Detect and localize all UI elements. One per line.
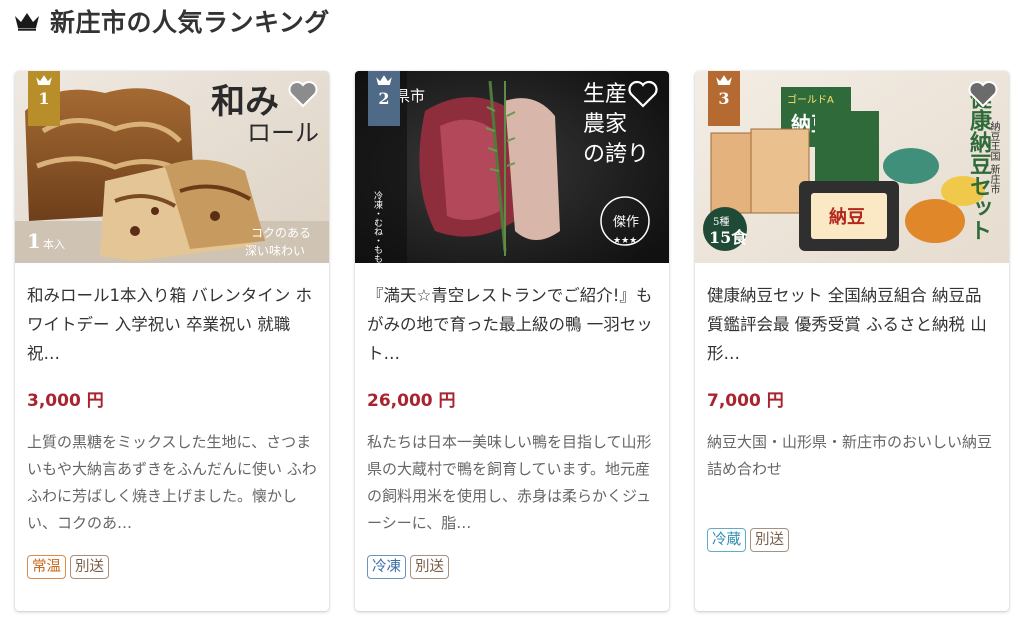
product-title[interactable]: 『満天☆青空レストランでご紹介!』もがみの地で育った最上級の鴨 一羽セット… [367,281,657,368]
crown-icon [14,11,40,31]
tagline-1: コクのある [251,226,311,240]
vertical-1: 生産 [583,82,627,107]
section-header: 新庄市の人気ランキング [14,4,330,38]
product-price: 3,000 円 [27,391,104,411]
heart-icon[interactable] [967,79,999,109]
heart-icon[interactable] [627,79,659,109]
ranking-card-3[interactable]: ゴールドA 納豆 納豆 5種 15食 健康納豆セット 納豆王国 新庄市 3 健康… [695,71,1009,611]
side-text: 冷凍・むね・もも 各2枚（一羽分） [372,190,383,263]
product-image[interactable]: 県市 冷凍・むね・もも 各2枚（一羽分） 生産 農家 の誇り 傑作 ★★★ 2 [355,71,669,263]
tag-separate-shipping: 別送 [70,555,109,579]
heart-icon[interactable] [287,79,319,109]
count-bottom: 15食 [709,228,748,247]
crown-icon [35,74,53,87]
tag-room-temp: 常温 [27,555,66,579]
product-price: 7,000 円 [707,391,784,411]
product-title[interactable]: 健康納豆セット 全国納豆組合 納豆品質鑑評会最 優秀受賞 ふるさと納税 山形… [707,281,997,368]
product-description: 上質の黒糖をミックスした生地に、さつまいもや大納言あずきをふんだんに使い ふわふ… [27,433,317,532]
ranking-card-1[interactable]: 1 本入 和み ロール コクのある 深い味わい 1 和みロール1本入り箱 バレン… [15,71,329,611]
tag-list: 冷凍 別送 [367,555,657,579]
image-subheading: 納豆王国 新庄市 [988,121,999,195]
svg-text:★★★: ★★★ [613,236,637,246]
product-price: 26,000 円 [367,391,456,411]
tagline-2: 深い味わい [245,244,305,258]
logo-text2: ロール [247,119,319,147]
tag-refrigerated: 冷蔵 [707,528,746,552]
rank-number: 3 [718,89,730,108]
tag-list: 常温 別送 [27,555,317,579]
vertical-3: の誇り [583,142,649,167]
seal-text: 傑作 [613,215,639,230]
box-label: ゴールドA [787,93,834,106]
count-small: 本入 [43,237,65,251]
product-image[interactable]: 1 本入 和み ロール コクのある 深い味わい 1 [15,71,329,263]
tag-separate-shipping: 別送 [410,555,449,579]
product-image[interactable]: ゴールドA 納豆 納豆 5種 15食 健康納豆セット 納豆王国 新庄市 3 [695,71,1009,263]
rank-number: 1 [38,89,50,108]
rank-number: 2 [378,89,390,108]
logo-text: 和み [211,82,279,122]
section-title: 新庄市の人気ランキング [50,8,330,37]
tag-frozen: 冷凍 [367,555,406,579]
product-description: 納豆大国・山形県・新庄市のおいしい納豆詰め合わせ [707,433,993,478]
rank-badge: 1 [28,71,60,126]
pack-label: 納豆 [829,206,865,228]
tag-list: 冷蔵 別送 [707,528,997,552]
count-big: 1 [27,229,41,253]
tag-separate-shipping: 別送 [750,528,789,552]
rank-badge: 3 [708,71,740,126]
rank-badge: 2 [368,71,400,126]
ranking-card-2[interactable]: 県市 冷凍・むね・もも 各2枚（一羽分） 生産 農家 の誇り 傑作 ★★★ 2 … [355,71,669,611]
product-description: 私たちは日本一美味しい鴨を目指して山形県の大蔵村で鴨を飼育しています。地元産の飼… [367,433,652,532]
vertical-2: 農家 [583,112,627,137]
crown-icon [715,74,733,87]
count-top: 5種 [713,215,729,228]
product-title[interactable]: 和みロール1本入り箱 バレンタイン ホワイトデー 入学祝い 卒業祝い 就職祝… [27,281,317,368]
crown-icon [375,74,393,87]
